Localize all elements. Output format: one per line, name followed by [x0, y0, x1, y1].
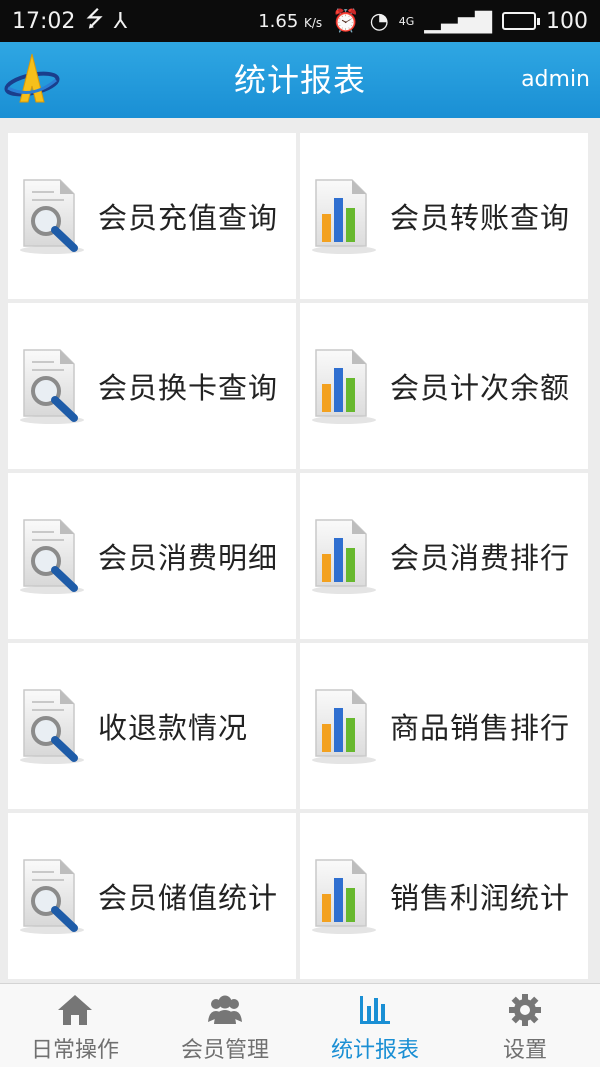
- alarm-icon: ⏰: [332, 8, 360, 34]
- report-tile[interactable]: 商品销售排行: [300, 643, 588, 809]
- share-icon: ⅄: [113, 8, 128, 34]
- bar-report-icon: [312, 859, 376, 934]
- bar-report-icon: [312, 689, 376, 764]
- nav-label: 设置: [502, 1038, 547, 1063]
- nav-label: 会员管理: [180, 1038, 269, 1063]
- nav-item-members[interactable]: 会员管理: [150, 984, 300, 1067]
- report-tile-label: 会员计次余额: [390, 371, 571, 405]
- battery-percent: 100: [546, 8, 588, 34]
- nav-label: 日常操作: [30, 1038, 119, 1063]
- report-tile-label: 会员转账查询: [390, 201, 571, 235]
- nav-item-reports[interactable]: 统计报表: [300, 984, 450, 1067]
- report-tile[interactable]: 销售利润统计: [300, 813, 588, 979]
- nav-item-daily[interactable]: 日常操作: [0, 984, 150, 1067]
- report-grid: 会员充值查询 会员转账查询 会员换卡查询 会员计次余额 会员消费明细 会员消费排…: [8, 133, 588, 979]
- bar-report-icon: [312, 349, 376, 424]
- report-tile-label: 会员消费明细: [98, 541, 279, 575]
- report-tile-label: 收退款情况: [98, 711, 249, 745]
- report-tile-label: 会员充值查询: [98, 201, 279, 235]
- battery-icon: [502, 12, 540, 30]
- gear-icon: [509, 994, 541, 1026]
- status-bar-right: 1.65 K/s ⏰ ◔ 4G ▁▃▅▇ 100: [258, 9, 588, 34]
- report-tile[interactable]: 会员换卡查询: [8, 303, 296, 469]
- search-report-icon: [20, 519, 84, 594]
- bar-report-icon: [312, 519, 376, 594]
- home-icon: [58, 995, 92, 1025]
- report-tile[interactable]: 会员充值查询: [8, 133, 296, 299]
- page-title: 统计报表: [233, 61, 366, 99]
- report-tile-label: 商品销售排行: [390, 711, 571, 745]
- status-bar: 17:02 ⭍ ⅄ 1.65 K/s ⏰ ◔ 4G ▁▃▅▇ 100: [0, 0, 600, 42]
- network-type: 4G: [398, 14, 415, 28]
- report-tile[interactable]: 会员消费明细: [8, 473, 296, 639]
- signal-icon: ▁▃▅▇: [424, 8, 492, 34]
- members-icon: [208, 995, 242, 1024]
- report-tile[interactable]: 会员消费排行: [300, 473, 588, 639]
- app-header: 统计报表 admin: [0, 42, 600, 118]
- user-name[interactable]: admin: [521, 42, 590, 118]
- search-report-icon: [20, 689, 84, 764]
- report-tile-label: 会员换卡查询: [98, 371, 279, 405]
- search-report-icon: [20, 349, 84, 424]
- search-report-icon: [20, 179, 84, 254]
- report-tile[interactable]: 会员转账查询: [300, 133, 588, 299]
- report-tile-label: 销售利润统计: [390, 881, 571, 915]
- status-bar-left: 17:02 ⭍ ⅄: [12, 2, 127, 40]
- report-tile[interactable]: 会员储值统计: [8, 813, 296, 979]
- bar-report-icon: [312, 179, 376, 254]
- usb-icon: ⭍: [85, 7, 104, 32]
- status-time: 17:02: [12, 8, 76, 34]
- nav-label: 统计报表: [330, 1038, 419, 1063]
- report-tile[interactable]: 会员计次余额: [300, 303, 588, 469]
- bar-chart-icon: [360, 996, 390, 1024]
- report-tile-label: 会员消费排行: [390, 541, 571, 575]
- bottom-nav: 日常操作 会员管理 统计报表 设置: [0, 983, 600, 1067]
- report-tile[interactable]: 收退款情况: [8, 643, 296, 809]
- wifi-icon: ◔: [369, 8, 389, 34]
- status-speed: 1.65 K/s: [258, 10, 323, 32]
- search-report-icon: [20, 859, 84, 934]
- report-tile-label: 会员储值统计: [98, 881, 279, 915]
- nav-item-settings[interactable]: 设置: [450, 984, 600, 1067]
